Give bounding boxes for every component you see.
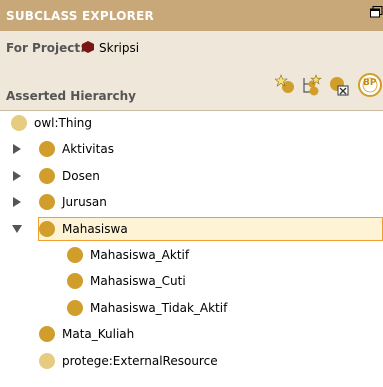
class-icon <box>67 273 83 290</box>
tree-item[interactable]: Mahasiswa_Tidak_Aktif <box>0 296 383 320</box>
hierarchy-header: Asserted Hierarchy BP <box>0 65 383 111</box>
tree-item[interactable]: Mata_Kuliah <box>0 322 383 346</box>
bioportal-button[interactable]: BP <box>352 71 383 99</box>
class-label: Jurusan <box>62 195 107 210</box>
create-sibling-class-button[interactable] <box>300 71 324 99</box>
class-label: Mahasiswa_Tidak_Aktif <box>90 300 228 315</box>
hierarchy-label: Asserted Hierarchy <box>6 89 136 103</box>
bioportal-label: BP <box>363 78 377 88</box>
class-label: protege:ExternalResource <box>62 353 218 368</box>
class-icon <box>67 247 83 263</box>
project-label: For Project: <box>6 41 85 55</box>
expand-arrow-icon[interactable] <box>12 196 22 208</box>
tree-item[interactable]: protege:ExternalResource <box>0 349 383 373</box>
class-label: Dosen <box>62 168 100 183</box>
class-label: Aktivitas <box>62 142 114 157</box>
class-label: Mahasiswa <box>62 221 128 236</box>
project-name: Skripsi <box>99 41 140 55</box>
class-icon <box>39 326 55 343</box>
tree-item[interactable]: Mahasiswa <box>0 216 383 241</box>
class-icon <box>39 352 55 369</box>
tree-item[interactable]: Dosen <box>0 164 383 188</box>
tree-item[interactable]: Aktivitas <box>0 137 383 161</box>
tree-item[interactable]: owl:Thing <box>0 111 383 135</box>
tree-item[interactable]: Jurusan <box>0 190 383 214</box>
class-icon <box>39 141 55 158</box>
class-icon <box>39 167 55 184</box>
class-label: owl:Thing <box>34 116 93 130</box>
delete-class-icon <box>330 77 349 96</box>
panel-titlebar: SUBCLASS EXPLORER <box>0 0 383 32</box>
create-sibling-class-icon <box>303 74 322 96</box>
class-icon <box>11 115 27 131</box>
class-hierarchy-tree[interactable]: owl:Thing Aktivitas Dosen Jurusan Mahasiswa M… <box>0 111 383 387</box>
tree-item[interactable]: Mahasiswa_Aktif <box>0 243 383 267</box>
project-row: For Project: Skripsi <box>0 31 383 65</box>
class-icon <box>39 220 55 237</box>
class-icon <box>39 194 55 211</box>
class-label: Mahasiswa_Cuti <box>90 274 186 289</box>
panel-title: SUBCLASS EXPLORER <box>6 9 154 23</box>
maximize-icon[interactable] <box>370 6 383 18</box>
class-label: Mahasiswa_Aktif <box>90 248 190 262</box>
tree-item[interactable]: Mahasiswa_Cuti <box>0 269 383 293</box>
delete-class-button[interactable] <box>326 71 350 99</box>
collapse-arrow-icon[interactable] <box>12 223 22 235</box>
expand-arrow-icon[interactable] <box>12 143 22 155</box>
project-icon <box>82 41 94 53</box>
class-label: Mata_Kuliah <box>62 327 135 342</box>
subclass-explorer-panel: SUBCLASS EXPLORER For Project: Skripsi A… <box>0 0 383 387</box>
class-icon <box>67 299 83 316</box>
create-subclass-button[interactable] <box>274 71 298 99</box>
create-subclass-icon <box>275 74 294 93</box>
expand-arrow-icon[interactable] <box>12 170 22 182</box>
